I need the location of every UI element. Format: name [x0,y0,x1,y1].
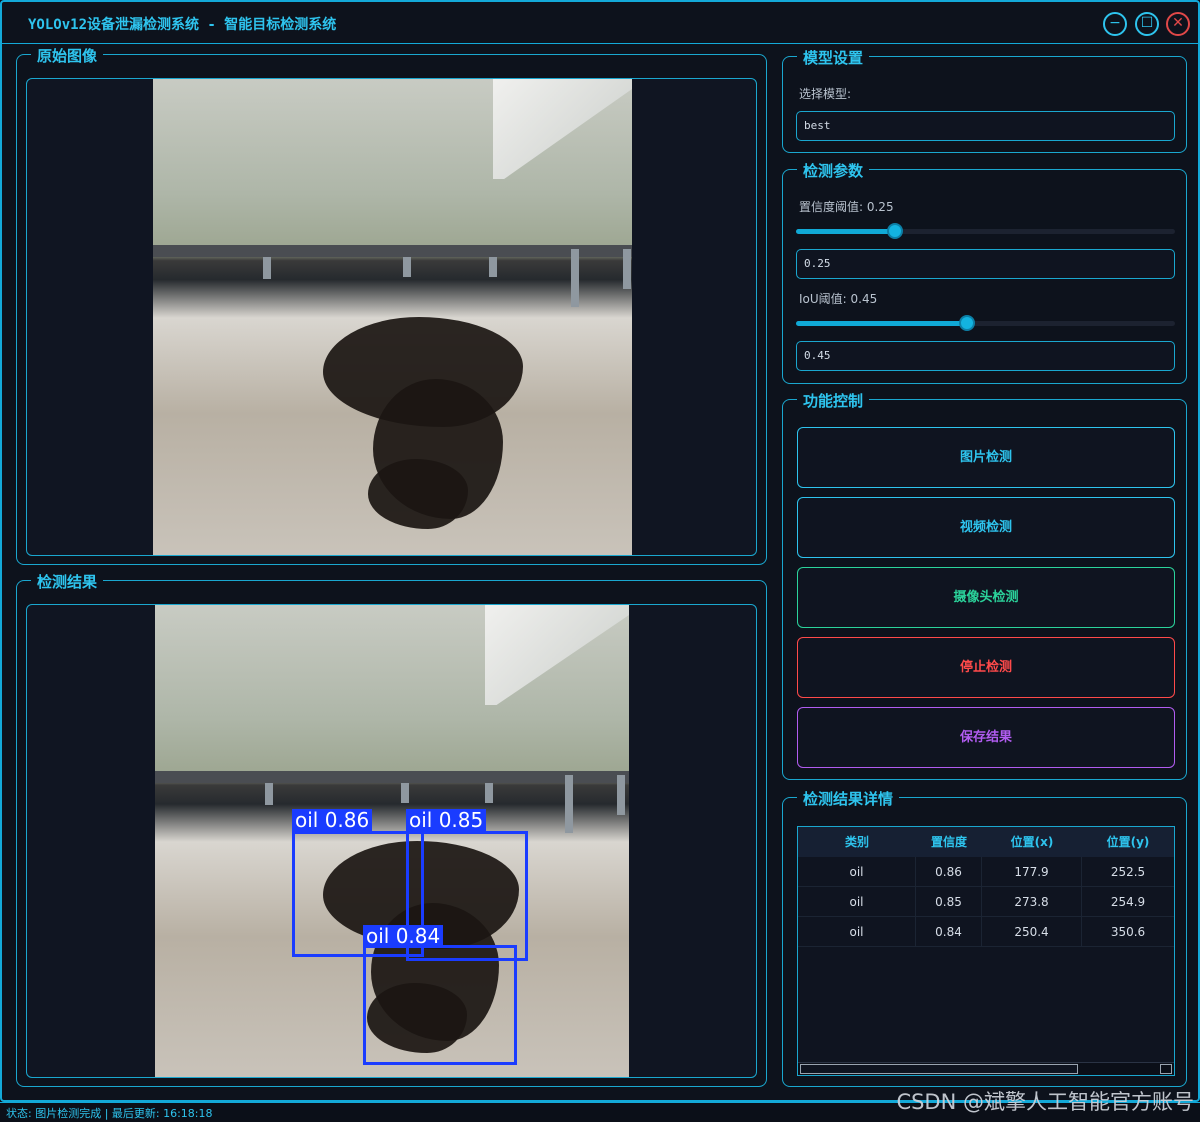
detection-result-title: 检测结果 [31,571,104,592]
status-text: 状态: 图片检测完成 | 最后更新: 16:18:18 [6,1107,213,1120]
detection-label: oil 0.85 [406,809,487,831]
title-bar: YOLOv12设备泄漏检测系统 - 智能目标检测系统 − ☐ ✕ [2,2,1198,44]
cell-y: 252.5 [1110,865,1146,879]
table-row[interactable]: oil 0.84 250.4 350.6 [798,917,1174,947]
cell-class: oil [798,917,916,946]
detection-result-panel: 检测结果 oil 0.86 oil 0.85 oil 0.84 [16,571,767,1087]
table-row[interactable]: oil 0.85 273.8 254.9 [798,887,1174,917]
watermark: CSDN @斌擎人工智能官方账号 [896,1090,1194,1114]
stop-detect-button[interactable]: 停止检测 [797,637,1175,698]
column-header[interactable]: 置信度 [916,827,982,857]
result-image: oil 0.86 oil 0.85 oil 0.84 [155,605,629,1077]
original-image-frame [26,78,757,556]
camera-detect-button[interactable]: 摄像头检测 [797,567,1175,628]
iou-slider-fill [796,321,967,326]
function-controls-panel: 功能控制 图片检测 视频检测 摄像头检测 停止检测 保存结果 [782,390,1187,780]
column-header[interactable]: 位置(x) [982,827,1082,857]
select-model-label: 选择模型: [799,87,852,101]
image-detect-button[interactable]: 图片检测 [797,427,1175,488]
original-image [153,79,632,555]
results-detail-title: 检测结果详情 [797,788,900,809]
iou-input[interactable]: 0.45 [796,341,1175,371]
column-header[interactable]: 位置(y) [1082,827,1174,857]
cell-confidence: 0.86 [916,857,982,886]
model-settings-title: 模型设置 [797,47,870,68]
cell-class: oil [798,887,916,916]
cell-x: 273.8 [982,887,1082,916]
results-table[interactable]: 类别 置信度 位置(x) 位置(y) oil 0.86 177.9 252.5 … [797,826,1175,1076]
confidence-slider-fill [796,229,895,234]
cell-x: 250.4 [982,917,1082,946]
detect-params-title: 检测参数 [797,160,870,181]
column-header[interactable]: 类别 [798,827,916,857]
iou-slider-handle[interactable] [959,315,975,331]
detection-box [363,945,517,1065]
horizontal-scrollbar[interactable] [798,1062,1174,1075]
minimize-icon[interactable]: − [1103,12,1127,36]
scrollbar-thumb[interactable] [800,1064,1078,1074]
cell-y: 350.6 [1110,925,1146,939]
iou-slider[interactable] [796,315,1175,331]
result-image-frame: oil 0.86 oil 0.85 oil 0.84 [26,604,757,1078]
model-settings-panel: 模型设置 选择模型: best [782,47,1187,153]
detection-label: oil 0.84 [363,925,444,947]
cell-confidence: 0.84 [916,917,982,946]
model-select[interactable]: best [796,111,1175,141]
cell-class: oil [798,857,916,886]
function-controls-title: 功能控制 [797,390,870,411]
maximize-icon[interactable]: ☐ [1135,12,1159,36]
confidence-input[interactable]: 0.25 [796,249,1175,279]
cell-y: 254.9 [1110,895,1146,909]
video-detect-button[interactable]: 视频检测 [797,497,1175,558]
confidence-slider[interactable] [796,223,1175,239]
cell-x: 177.9 [982,857,1082,886]
confidence-label: 置信度阈值: 0.25 [799,200,894,214]
confidence-slider-handle[interactable] [887,223,903,239]
table-row[interactable]: oil 0.86 177.9 252.5 [798,857,1174,887]
scrollbar-end[interactable] [1160,1064,1172,1074]
original-image-title: 原始图像 [31,45,104,66]
detection-label: oil 0.86 [292,809,373,831]
results-detail-panel: 检测结果详情 类别 置信度 位置(x) 位置(y) oil 0.86 177.9… [782,788,1187,1087]
window-title: YOLOv12设备泄漏检测系统 - 智能目标检测系统 [28,17,337,33]
detect-params-panel: 检测参数 置信度阈值: 0.25 0.25 IoU阈值: 0.45 0.45 [782,160,1187,384]
save-result-button[interactable]: 保存结果 [797,707,1175,768]
cell-confidence: 0.85 [916,887,982,916]
original-image-panel: 原始图像 [16,45,767,565]
table-header: 类别 置信度 位置(x) 位置(y) [798,827,1174,857]
iou-label: IoU阈值: 0.45 [799,292,878,306]
close-icon[interactable]: ✕ [1166,12,1190,36]
app-window: YOLOv12设备泄漏检测系统 - 智能目标检测系统 − ☐ ✕ 原始图像 检测… [0,0,1200,1102]
